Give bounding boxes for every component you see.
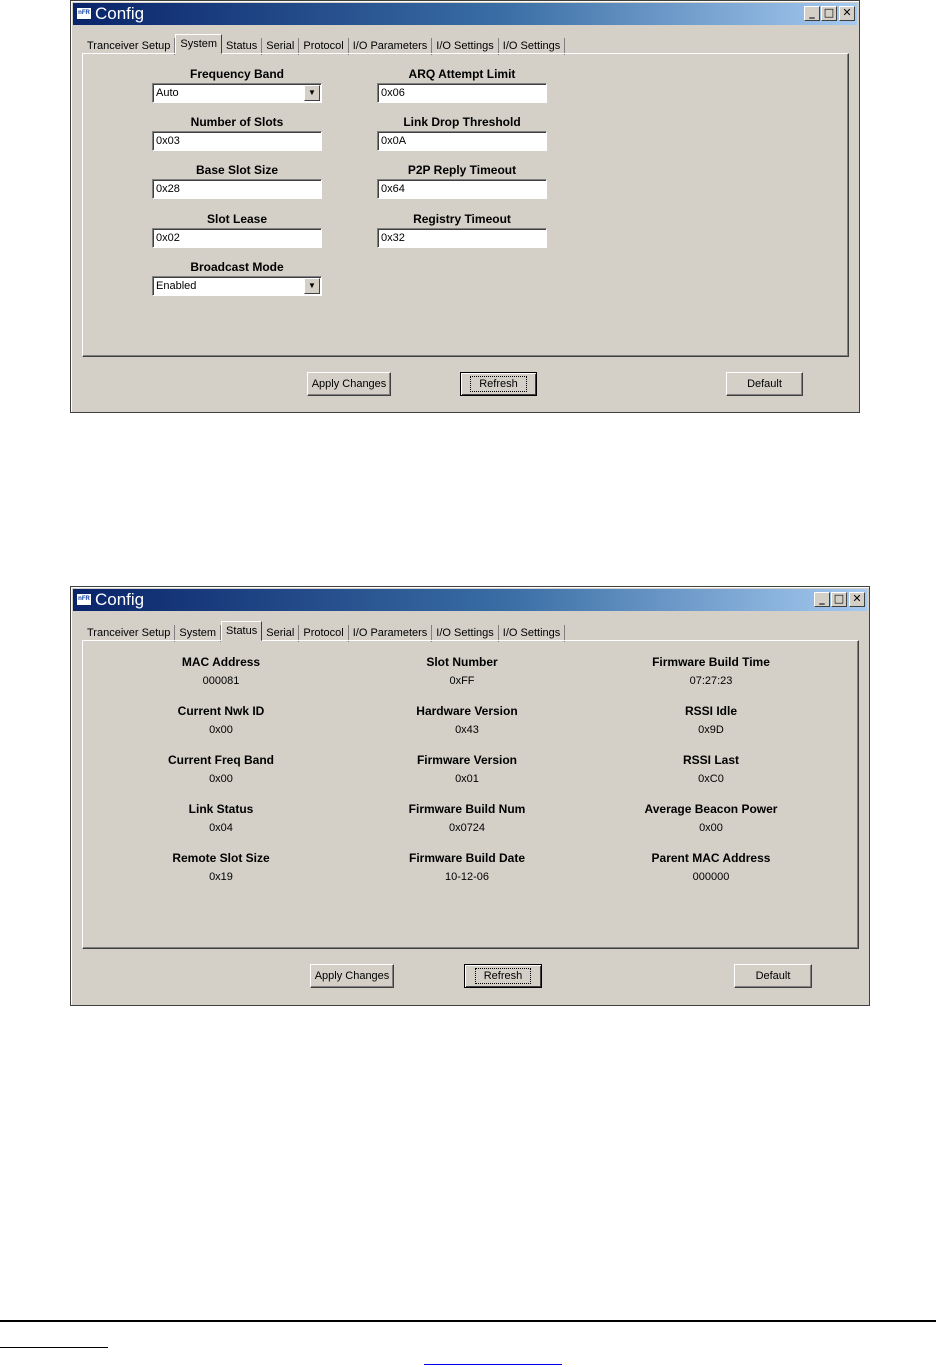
firmware-build-date-label: Firmware Build Date [408,851,526,865]
firmware-build-time-label: Firmware Build Time [652,655,770,669]
current-freq-band-label: Current Freq Band [167,753,274,767]
close-button[interactable]: ✕ [849,592,865,607]
default-button[interactable]: Default [726,372,803,396]
firmware-version-value: 0x01 [455,773,479,785]
firmware-version-label: Firmware Version [416,753,518,767]
maximize-button[interactable]: □ [821,6,837,21]
broadcast-mode-select[interactable]: Enabled ▼ [152,276,322,296]
tab-panel: Frequency Band Auto ▼ Number of Slots 0x… [82,53,849,357]
average-beacon-power-value: 0x00 [699,822,723,834]
frequency-band-label: Frequency Band [189,67,285,81]
refresh-button[interactable]: Refresh [464,964,542,988]
arq-attempt-limit-label: ARQ Attempt Limit [408,67,516,81]
number-of-slots-label: Number of Slots [190,115,284,129]
slot-lease-label: Slot Lease [206,212,268,226]
p2p-reply-timeout-input[interactable]: 0x64 [377,179,547,199]
link-drop-threshold-input[interactable]: 0x0A [377,131,547,151]
config-window-system: nFR Config _ □ ✕ Tranceiver Setup System S… [70,0,860,413]
mac-address-label: MAC Address [181,655,261,669]
rssi-idle-value: 0x9D [698,724,724,736]
refresh-button-label: Refresh [474,968,532,984]
title-bar[interactable]: nFR Config _ □ ✕ [73,3,857,25]
refresh-button[interactable]: Refresh [460,372,537,396]
default-button[interactable]: Default [734,964,812,988]
tab-strip: Tranceiver Setup System Status Serial Protoc… [83,33,566,55]
rssi-idle-label: RSSI Idle [684,704,737,718]
number-of-slots-input[interactable]: 0x03 [152,131,322,151]
link-drop-threshold-label: Link Drop Threshold [403,115,521,129]
p2p-reply-timeout-label: P2P Reply Timeout [407,163,517,177]
current-nwk-id-value: 0x00 [209,724,233,736]
slot-lease-input[interactable]: 0x02 [152,228,322,248]
tab-panel: MAC Address 000081 Current Nwk ID 0x00 C… [82,640,859,949]
firmware-build-num-label: Firmware Build Num [408,802,526,816]
firmware-build-time-value: 07:27:23 [689,675,733,687]
window-title: Config [95,4,145,23]
apply-changes-button[interactable]: Apply Changes [307,372,391,396]
arq-attempt-limit-input[interactable]: 0x06 [377,83,547,103]
frequency-band-select[interactable]: Auto ▼ [152,83,322,103]
title-bar[interactable]: nFR Config _ □ ✕ [73,589,867,611]
slot-number-label: Slot Number [426,655,498,669]
chevron-down-icon[interactable]: ▼ [304,278,320,294]
refresh-button-label: Refresh [470,376,527,392]
base-slot-size-input[interactable]: 0x28 [152,179,322,199]
link-status-label: Link Status [188,802,254,816]
footer-link-underline [424,1364,562,1365]
tab-system[interactable]: System [175,34,223,54]
app-icon: nFR [76,593,92,606]
current-nwk-id-label: Current Nwk ID [177,704,265,718]
broadcast-mode-label: Broadcast Mode [190,260,284,274]
footer-divider [0,1320,936,1322]
apply-changes-button[interactable]: Apply Changes [310,964,394,988]
footnote-rule [0,1347,108,1348]
remote-slot-size-label: Remote Slot Size [172,851,270,865]
parent-mac-address-label: Parent MAC Address [651,851,771,865]
current-freq-band-value: 0x00 [209,773,233,785]
mac-address-value: 000081 [202,675,240,687]
app-icon: nFR [76,7,92,20]
minimize-button[interactable]: _ [804,6,820,21]
config-window-status: nFR Config _ □ ✕ Tranceiver Setup System S… [70,586,870,1006]
firmware-build-num-value: 0x0724 [448,822,486,834]
firmware-build-date-value: 10-12-06 [444,871,490,883]
chevron-down-icon[interactable]: ▼ [304,85,320,101]
broadcast-mode-value: Enabled [156,280,197,292]
average-beacon-power-label: Average Beacon Power [644,802,778,816]
tab-status[interactable]: Status [221,621,263,641]
hardware-version-label: Hardware Version [416,704,518,718]
window-title: Config [95,590,145,609]
hardware-version-value: 0x43 [455,724,479,736]
link-status-value: 0x04 [209,822,233,834]
tab-strip: Tranceiver Setup System Status Serial Protoc… [83,620,566,642]
slot-number-value: 0xFF [449,675,475,687]
registry-timeout-label: Registry Timeout [413,212,511,226]
maximize-button[interactable]: □ [831,592,847,607]
base-slot-size-label: Base Slot Size [195,163,279,177]
rssi-last-value: 0xC0 [698,773,724,785]
registry-timeout-input[interactable]: 0x32 [377,228,547,248]
remote-slot-size-value: 0x19 [209,871,233,883]
parent-mac-address-value: 000000 [692,871,730,883]
rssi-last-label: RSSI Last [682,753,739,767]
minimize-button[interactable]: _ [814,592,830,607]
frequency-band-value: Auto [156,87,179,99]
close-button[interactable]: ✕ [839,6,855,21]
